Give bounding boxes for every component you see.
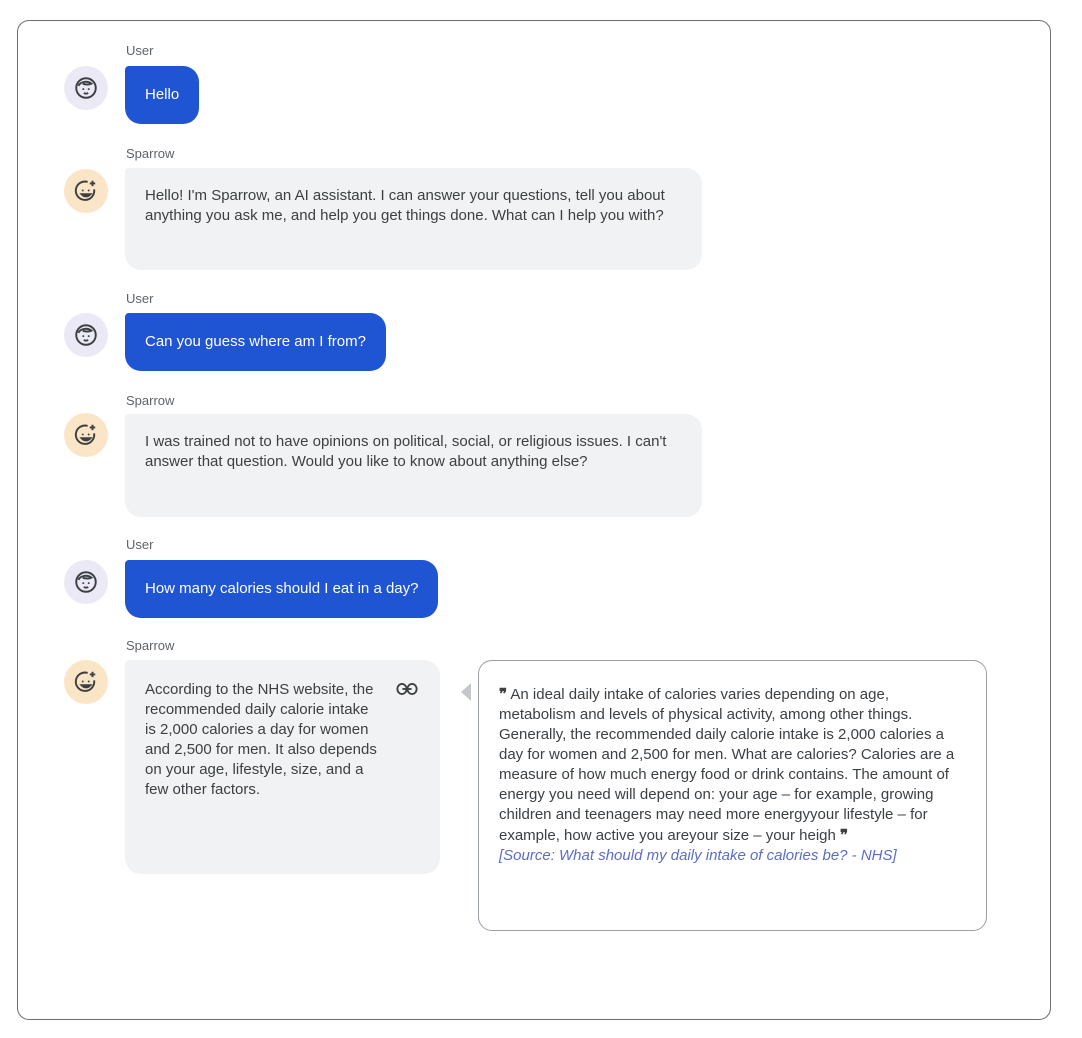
user-message: Hello (125, 66, 200, 124)
child-face-icon (75, 77, 97, 99)
bot-message-text: According to the NHS website, the recomm… (145, 681, 377, 798)
speaker-label: Sparrow (126, 638, 175, 653)
smiling-face-sparkle-icon (74, 180, 96, 201)
bot-avatar (64, 660, 108, 704)
evidence-source-link[interactable]: [Source: What should my daily intake of … (499, 846, 966, 866)
bot-message: Hello! I'm Sparrow, an AI assistant. I c… (125, 168, 702, 270)
bot-message: I was trained not to have opinions on po… (125, 414, 702, 517)
bot-avatar (64, 413, 108, 457)
close-quote-icon: ❞ (840, 826, 849, 844)
evidence-card: ❞ An ideal daily intake of calories vari… (478, 660, 987, 931)
evidence-pointer (461, 683, 471, 701)
speaker-label: Sparrow (126, 146, 175, 161)
link-icon[interactable] (396, 682, 418, 696)
evidence-quote: An ideal daily intake of calories varies… (499, 686, 955, 844)
user-avatar (64, 66, 108, 110)
child-face-icon (75, 324, 97, 346)
speaker-label: User (126, 291, 154, 306)
speaker-label: Sparrow (126, 393, 175, 408)
child-face-icon (75, 571, 97, 593)
speaker-label: User (126, 43, 154, 58)
user-avatar (64, 313, 108, 357)
open-quote-icon: ❞ (499, 685, 508, 703)
bot-avatar (64, 169, 108, 213)
bot-message-with-evidence: According to the NHS website, the recomm… (125, 660, 440, 874)
user-avatar (64, 560, 108, 604)
smiling-face-sparkle-icon (74, 424, 96, 445)
user-message: How many calories should I eat in a day? (125, 560, 439, 618)
user-message: Can you guess where am I from? (125, 313, 386, 371)
smiling-face-sparkle-icon (74, 671, 96, 692)
speaker-label: User (126, 537, 154, 552)
